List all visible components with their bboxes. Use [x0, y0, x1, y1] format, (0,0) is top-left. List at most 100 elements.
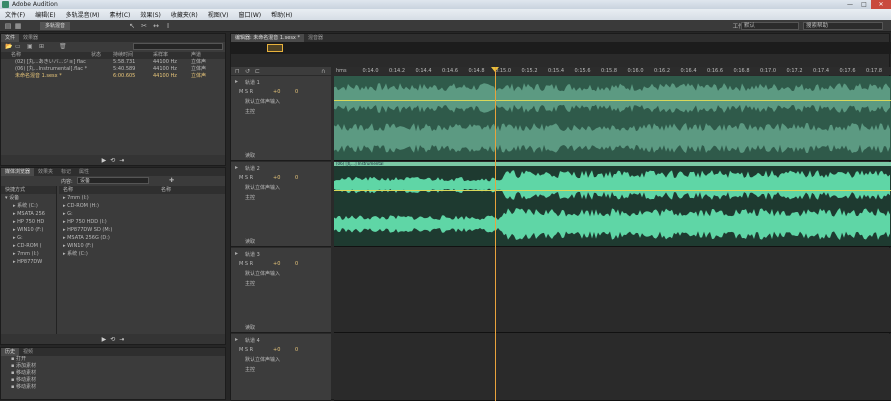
list-item[interactable]: ▸ WIN10 (F:)	[59, 242, 225, 250]
history-item[interactable]: ▪ 移动素材	[11, 384, 225, 391]
menu-file[interactable]: 文件(F)	[0, 10, 30, 19]
help-search-input[interactable]: 搜索帮助	[803, 22, 883, 30]
volume-icon[interactable]: ↺	[245, 69, 252, 75]
volume-envelope[interactable]	[334, 190, 891, 191]
media-play-icon[interactable]: ▶	[102, 336, 107, 343]
file-row[interactable]: (02) [丸...あきいバ...ジョ] flac 5:58.731 44100…	[1, 59, 225, 66]
track-lane[interactable]	[334, 76, 891, 161]
files-search-input[interactable]	[133, 43, 223, 50]
mute-solo-icons[interactable]: M S R	[239, 89, 253, 95]
insert-icon[interactable]: ⊞	[39, 44, 46, 50]
loop-icon[interactable]: ⟲	[110, 157, 115, 164]
mute-solo-icons[interactable]: M S R	[239, 175, 253, 181]
media-insert-icon[interactable]: ⇥	[119, 336, 124, 343]
tab-history[interactable]: 历史	[1, 348, 20, 356]
list-item[interactable]: ▸ MSATA 256G (D:)	[59, 234, 225, 242]
file-row[interactable]: (06) [丸...Instrumental].flac * 5:40.589 …	[1, 66, 225, 73]
menu-multitrack[interactable]: 多轨混音(M)	[61, 10, 105, 19]
col-samplerate[interactable]: 采样率	[153, 52, 168, 59]
track-expand-icon[interactable]: ▸	[235, 79, 242, 85]
tab-media-browser[interactable]: 媒体浏览器	[1, 168, 35, 176]
track-mode[interactable]: 读取	[245, 324, 255, 331]
track-input[interactable]: 默认立体声输入	[245, 184, 280, 191]
list-item[interactable]: ▸ CD-ROM (H:)	[59, 202, 225, 210]
track-volume[interactable]: +0	[273, 347, 280, 353]
list-item[interactable]: ▸ HP877DW SD (M:)	[59, 226, 225, 234]
track-output[interactable]: 主控	[245, 194, 255, 201]
history-item[interactable]: ▪ 移动素材	[11, 370, 225, 377]
list-item[interactable]: ▸ 系统 (C:)	[59, 250, 225, 258]
tree-item[interactable]: ▸ WIN10 (F:)	[1, 226, 56, 234]
slip-tool-icon[interactable]: ↔	[152, 22, 160, 30]
tree-item[interactable]: ▸ 7mm (I:)	[1, 250, 56, 258]
open-file-icon[interactable]: 📂	[5, 44, 12, 50]
timeline-ruler[interactable]: hms 0:14.0 0:14.2 0:14.4 0:14.6 0:14.8 0:15.0 0…	[334, 67, 891, 75]
track-lane[interactable]: (06) [丸…] Instrumental	[334, 162, 891, 247]
col-status[interactable]: 状态	[91, 52, 101, 59]
col-duration[interactable]: 持续时间	[113, 52, 133, 59]
menu-edit[interactable]: 编辑(E)	[30, 10, 60, 19]
razor-tool-icon[interactable]: ✂	[140, 22, 148, 30]
new-file-icon[interactable]: ▣	[27, 44, 34, 50]
track-mode[interactable]: 读取	[245, 152, 255, 159]
headphones-icon[interactable]: ∩	[321, 69, 328, 75]
tab-files[interactable]: 文件	[1, 34, 20, 42]
tab-mixer[interactable]: 混音器	[304, 34, 327, 42]
list-item[interactable]: ▸ 7mm (I:)	[59, 194, 225, 202]
tab-editor[interactable]: 编辑器: 未命名混音 1.sesx *	[231, 34, 304, 42]
menu-favorites[interactable]: 收藏夹(R)	[166, 10, 203, 19]
close-button[interactable]: ✕	[871, 0, 891, 9]
track-output[interactable]: 主控	[245, 366, 255, 373]
track-input[interactable]: 默认立体声输入	[245, 270, 280, 277]
playhead[interactable]	[495, 67, 496, 401]
track-volume[interactable]: +0	[273, 89, 280, 95]
time-selection-icon[interactable]: I	[164, 22, 172, 30]
mute-solo-icons[interactable]: M S R	[239, 261, 253, 267]
waveform-view-icon[interactable]: ▤	[4, 22, 12, 30]
track-lane[interactable]	[334, 248, 891, 333]
spectral-view-icon[interactable]: ▦	[14, 22, 22, 30]
play-icon[interactable]: ▶	[102, 157, 107, 164]
track-output[interactable]: 主控	[245, 108, 255, 115]
track-pan[interactable]: 0	[295, 175, 298, 181]
col-channels[interactable]: 声道	[191, 52, 201, 59]
multitrack-button[interactable]: 多轨混音	[40, 22, 70, 30]
col-name[interactable]: 名称	[11, 52, 21, 59]
track-name[interactable]: 轨道 3	[245, 251, 260, 258]
history-item[interactable]: ▪ 打开	[11, 356, 225, 363]
track-name[interactable]: 轨道 2	[245, 165, 260, 172]
tab-properties[interactable]: 属性	[75, 168, 93, 176]
minimize-button[interactable]: —	[843, 0, 857, 9]
track-expand-icon[interactable]: ▸	[235, 251, 242, 257]
tab-markers[interactable]: 标记	[57, 168, 75, 176]
tree-item[interactable]: ▸ MSATA 256	[1, 210, 56, 218]
track-mode[interactable]: 读取	[245, 238, 255, 245]
volume-envelope[interactable]	[334, 100, 891, 101]
tree-item[interactable]: ▸ HP877DW	[1, 258, 56, 266]
tree-item[interactable]: ▸ CD-ROM (	[1, 242, 56, 250]
tab-video[interactable]: 视频	[19, 348, 37, 356]
menu-window[interactable]: 窗口(W)	[234, 10, 267, 19]
move-tool-icon[interactable]: ↖	[128, 22, 136, 30]
tab-effects[interactable]: 效果器	[19, 34, 42, 42]
workspace-select[interactable]: 默认	[741, 22, 799, 30]
mute-solo-icons[interactable]: M S R	[239, 347, 253, 353]
track-volume[interactable]: +0	[273, 175, 280, 181]
menu-help[interactable]: 帮助(H)	[266, 10, 297, 19]
link-icon[interactable]: ⊏	[255, 69, 262, 75]
overview-bar[interactable]	[231, 42, 891, 54]
track-volume[interactable]: +0	[273, 261, 280, 267]
track-expand-icon[interactable]: ▸	[235, 165, 242, 171]
snap-icon[interactable]: ⊓	[235, 69, 242, 75]
clip-title[interactable]: (06) [丸…] Instrumental	[334, 162, 891, 166]
menu-effects[interactable]: 效果(S)	[135, 10, 166, 19]
media-loop-icon[interactable]: ⟲	[110, 336, 115, 343]
tab-effects-rack[interactable]: 效果夹	[34, 168, 57, 176]
track-lane[interactable]	[334, 334, 891, 401]
track-pan[interactable]: 0	[295, 89, 298, 95]
export-icon[interactable]: ⇥	[119, 157, 124, 164]
menu-view[interactable]: 视图(V)	[203, 10, 234, 19]
maximize-button[interactable]: □	[857, 0, 871, 9]
add-shortcut-icon[interactable]: ✚	[169, 178, 176, 184]
content-select[interactable]: 设备	[77, 177, 149, 184]
